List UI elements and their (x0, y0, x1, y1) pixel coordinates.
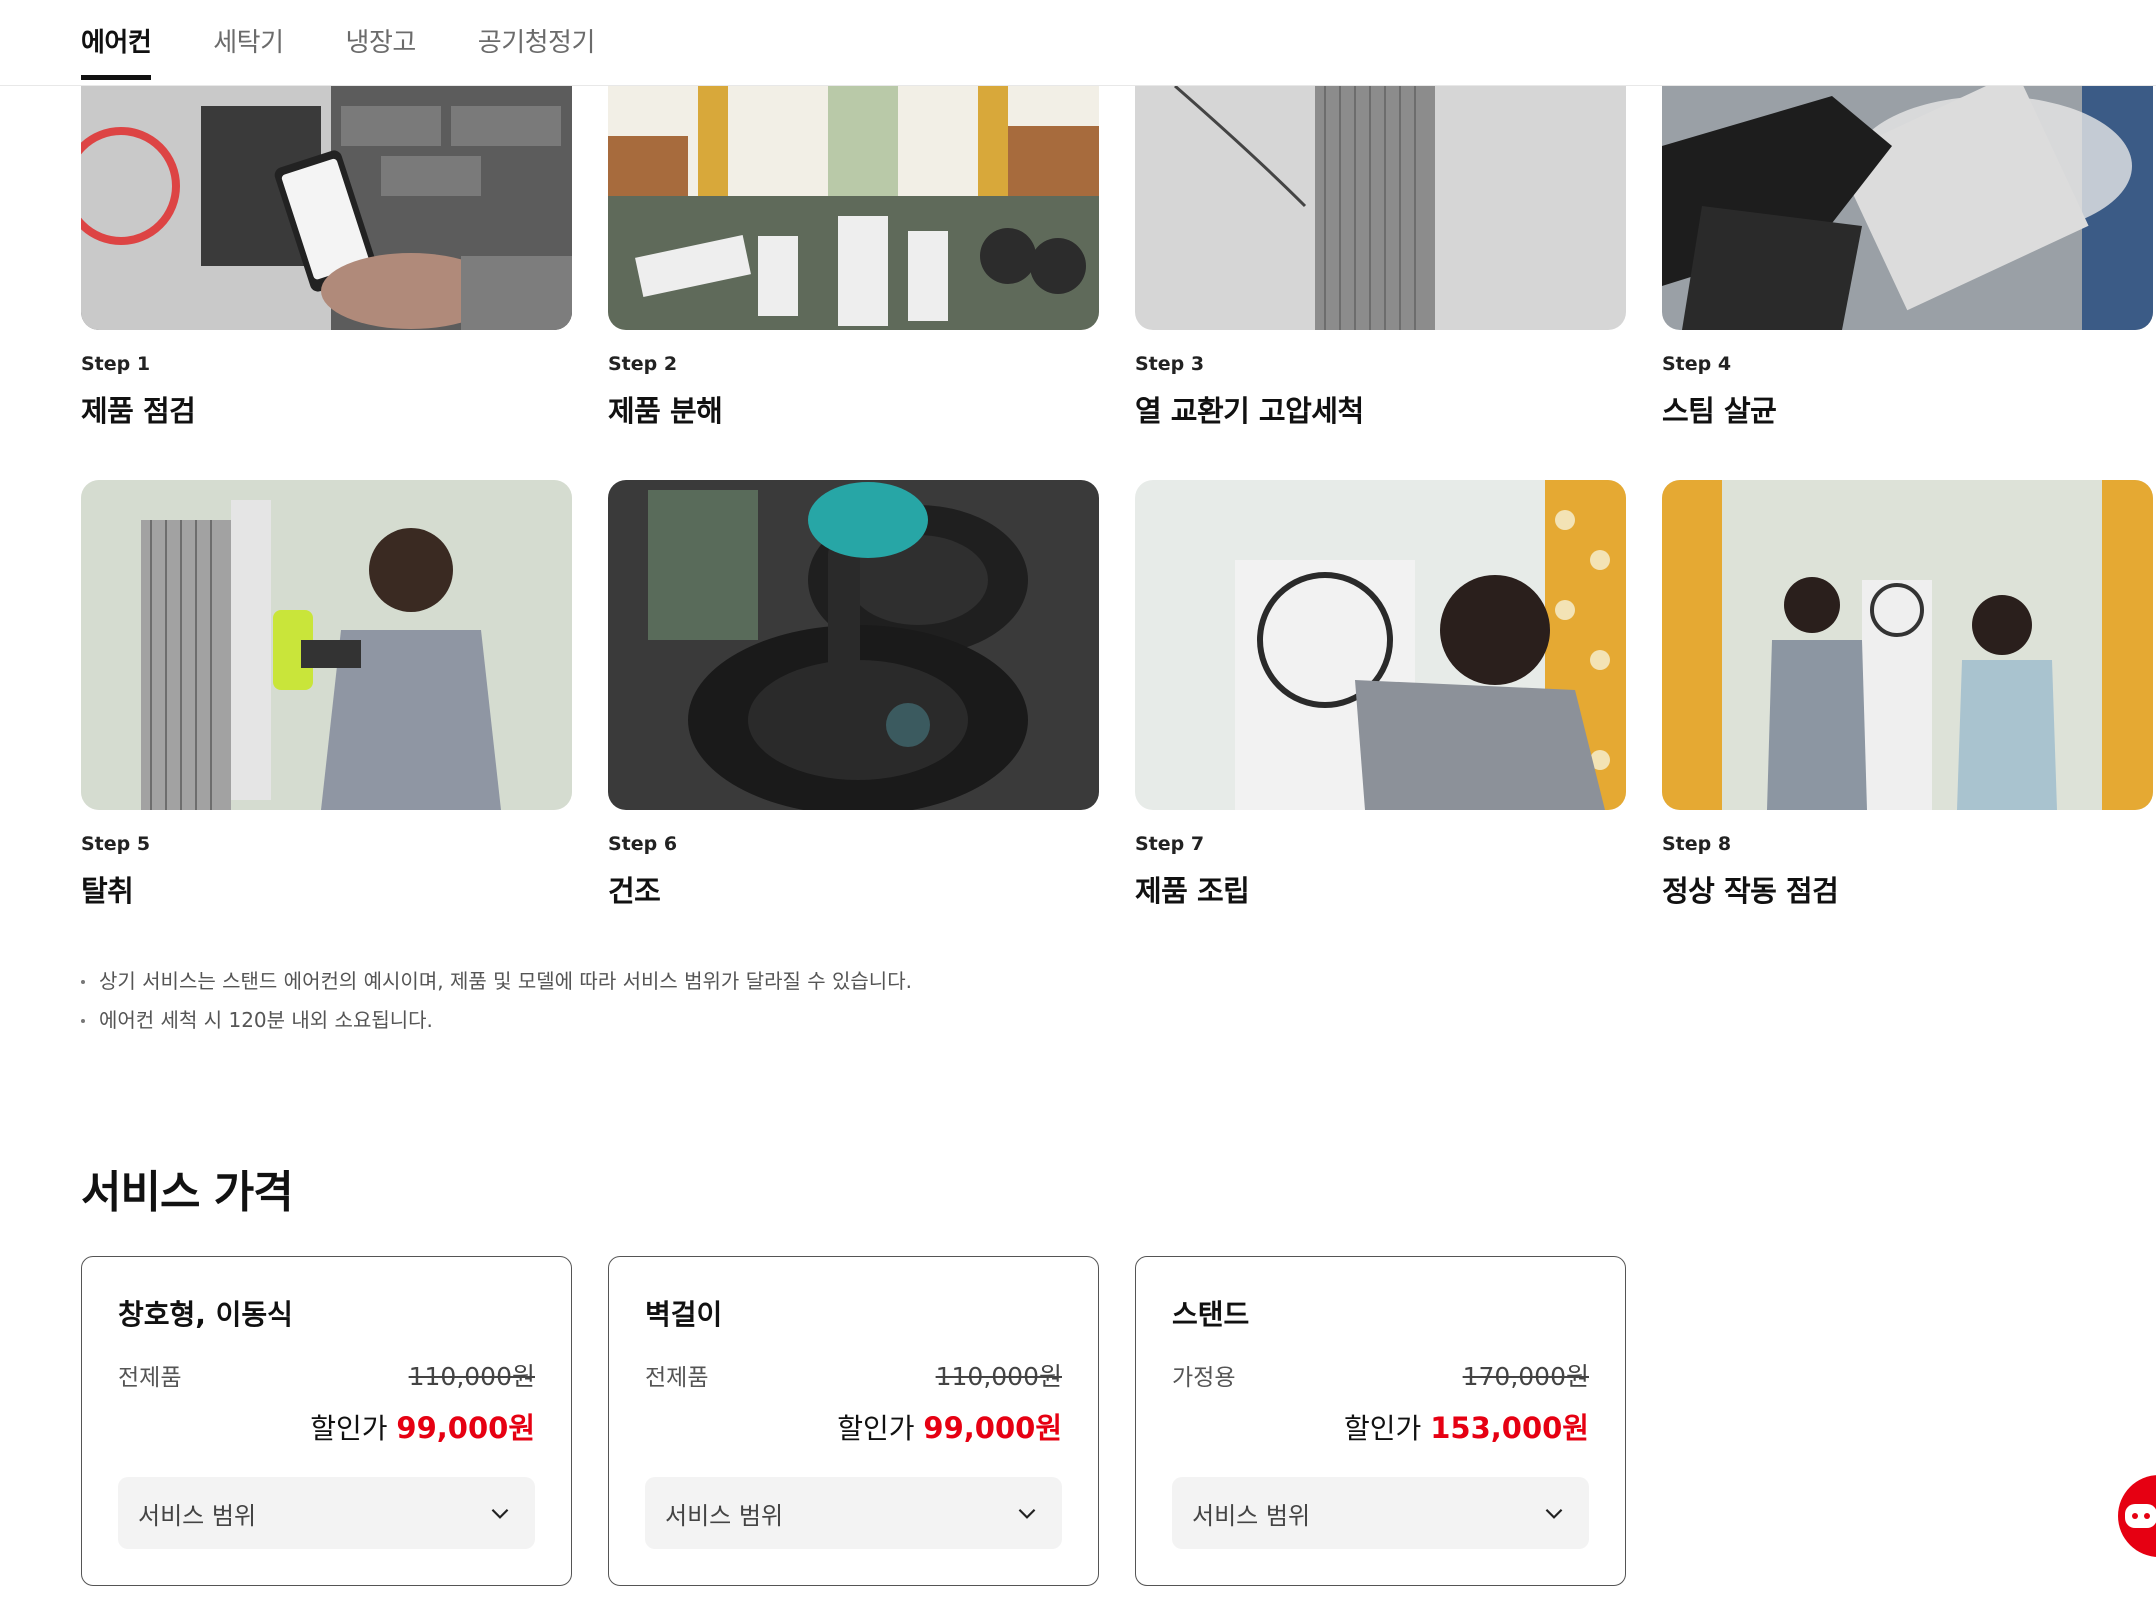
service-scope-dropdown[interactable]: 서비스 범위 (1172, 1477, 1589, 1549)
step-5-title: 탈취 (81, 874, 134, 908)
step-card-5: Step 5 탈취 (81, 480, 572, 910)
step-card-4: Step 4 스팀 살균 (1662, 86, 2153, 430)
discount-label: 할인가 (310, 1412, 388, 1445)
step-2-image (608, 86, 1099, 330)
service-scope-dropdown[interactable]: 서비스 범위 (118, 1477, 535, 1549)
chatbot-icon (2125, 1504, 2156, 1528)
step-4-number: Step 4 (1662, 353, 1732, 375)
step-5-image (81, 480, 572, 810)
sale-price: 99,000원 (396, 1411, 535, 1445)
step-7-number: Step 7 (1135, 833, 1205, 855)
original-price: 170,000원 (1462, 1362, 1589, 1391)
step-card-8: Step 8 정상 작동 점검 (1662, 480, 2153, 910)
step-7-image (1135, 480, 1626, 810)
price-card-window-portable: 창호형, 이동식 전제품 110,000원 할인가 99,000원 서비스 범위 (81, 1256, 572, 1586)
note-text-1: 상기 서비스는 스탠드 에어컨의 예시이며, 제품 및 모델에 따라 서비스 범… (99, 969, 912, 993)
dropdown-label: 서비스 범위 (1192, 1501, 1311, 1530)
step-8-image (1662, 480, 2153, 810)
sale-price: 153,000원 (1430, 1411, 1589, 1445)
step-6-image (608, 480, 1099, 810)
note-text-2: 에어컨 세척 시 120분 내외 소요됩니다. (99, 1008, 433, 1032)
step-4-image (1662, 86, 2153, 330)
step-3-number: Step 3 (1135, 353, 1205, 375)
step-8-number: Step 8 (1662, 833, 1732, 855)
step-2-title: 제품 분해 (608, 394, 723, 428)
step-1-number: Step 1 (81, 353, 151, 375)
step-5-number: Step 5 (81, 833, 151, 855)
step-7-title: 제품 조립 (1135, 874, 1250, 908)
note-item: 에어컨 세척 시 120분 내외 소요됩니다. (81, 1001, 912, 1040)
service-notes: 상기 서비스는 스탠드 에어컨의 예시이며, 제품 및 모델에 따라 서비스 범… (81, 962, 912, 1040)
step-card-6: Step 6 건조 (608, 480, 1099, 910)
price-card-title: 벽걸이 (645, 1298, 723, 1331)
step-card-2: Step 2 제품 분해 (608, 86, 1099, 430)
step-3-image (1135, 86, 1626, 330)
step-8-title: 정상 작동 점검 (1662, 874, 1839, 908)
price-card-stand: 스탠드 가정용 170,000원 할인가 153,000원 서비스 범위 (1135, 1256, 1626, 1586)
step-3-title: 열 교환기 고압세척 (1135, 394, 1364, 428)
dropdown-label: 서비스 범위 (665, 1501, 784, 1530)
chevron-down-icon (1545, 1508, 1563, 1519)
pricing-section-title: 서비스 가격 (81, 1167, 294, 1218)
step-card-7: Step 7 제품 조립 (1135, 480, 1626, 910)
price-card-title: 스탠드 (1172, 1298, 1250, 1331)
chevron-down-icon (1018, 1508, 1036, 1519)
category-tabs: 에어컨 세탁기 냉장고 공기청정기 (81, 22, 596, 80)
step-1-image (81, 86, 572, 330)
price-card-wall-mounted: 벽걸이 전제품 110,000원 할인가 99,000원 서비스 범위 (608, 1256, 1099, 1586)
original-price: 110,000원 (935, 1362, 1062, 1391)
step-2-number: Step 2 (608, 353, 678, 375)
service-scope-dropdown[interactable]: 서비스 범위 (645, 1477, 1062, 1549)
price-category: 가정용 (1172, 1365, 1236, 1391)
category-tab-bar: 에어컨 세탁기 냉장고 공기청정기 (0, 0, 2156, 86)
chevron-down-icon (491, 1508, 509, 1519)
page: 에어컨 세탁기 냉장고 공기청정기 Step 1 제품 점검 Step 2 제품… (0, 0, 2156, 1619)
tab-air-purifier[interactable]: 공기청정기 (478, 22, 596, 79)
discount-label: 할인가 (837, 1412, 915, 1445)
step-4-title: 스팀 살균 (1662, 394, 1777, 428)
step-card-3: Step 3 열 교환기 고압세척 (1135, 86, 1626, 430)
dropdown-label: 서비스 범위 (138, 1501, 257, 1530)
original-price: 110,000원 (408, 1362, 535, 1391)
step-card-1: Step 1 제품 점검 (81, 86, 572, 430)
price-card-title: 창호형, 이동식 (118, 1298, 293, 1331)
step-6-title: 건조 (608, 874, 661, 908)
discount-label: 할인가 (1344, 1412, 1422, 1445)
tab-washer[interactable]: 세탁기 (213, 22, 284, 79)
price-category: 전제품 (118, 1365, 182, 1391)
tab-aircon[interactable]: 에어컨 (81, 22, 152, 80)
step-6-number: Step 6 (608, 833, 678, 855)
bullet-icon (81, 1018, 85, 1023)
step-1-title: 제품 점검 (81, 394, 196, 428)
tab-refrigerator[interactable]: 냉장고 (346, 22, 417, 79)
bullet-icon (81, 979, 85, 984)
price-category: 전제품 (645, 1365, 709, 1391)
note-item: 상기 서비스는 스탠드 에어컨의 예시이며, 제품 및 모델에 따라 서비스 범… (81, 962, 912, 1001)
sale-price: 99,000원 (923, 1411, 1062, 1445)
chatbot-button[interactable] (2118, 1475, 2156, 1557)
